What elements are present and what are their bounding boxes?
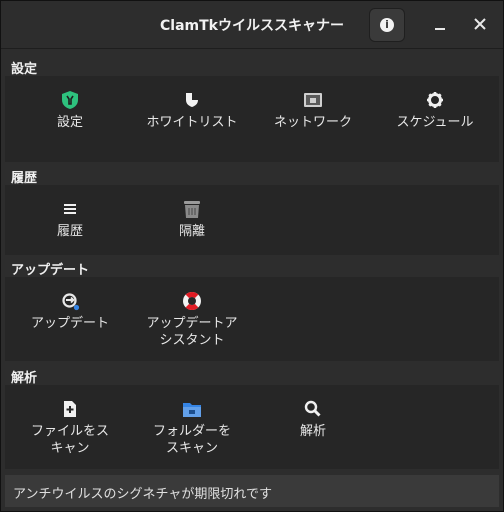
analysis-button[interactable]: 解析 [253,399,373,440]
update-panel: アップデート アップデートアシスタント [5,277,499,361]
minimize-icon[interactable] [431,15,449,33]
history-button[interactable]: 履歴 [10,199,130,240]
file-add-icon [64,401,76,417]
quarantine-button[interactable]: 隔離 [132,199,252,240]
about-button[interactable]: i [369,8,405,42]
settings-panel: 設定 ホワイトリスト ネットワーク スケジュール [5,76,499,162]
network-button[interactable]: ネットワーク [253,90,373,131]
info-icon: i [380,18,394,32]
update-label: アップデート [30,316,109,331]
title-bar: ClamTkウイルススキャナー i [1,1,503,49]
whitelist-shield-icon [186,93,198,107]
analysis-panel: ファイルをスキャン フォルダーをスキャン 解析 [5,385,499,469]
app-window: ClamTkウイルススキャナー i 設定 設定 ホワイトリスト ネットワーク ス… [0,0,504,512]
settings-button[interactable]: 設定 [10,90,130,131]
network-icon [304,93,322,107]
scan-folder-button[interactable]: フォルダーをスキャン [132,399,252,457]
status-bar: アンチウイルスのシグネチャが期限切れです [5,475,499,507]
history-panel: 履歴 隔離 [5,185,499,255]
schedule-button[interactable]: スケジュール [375,90,495,131]
window-title: ClamTkウイルススキャナー [160,18,344,34]
lifebuoy-icon [183,292,201,310]
section-header-history: 履歴 [11,171,38,186]
settings-label: 設定 [56,115,83,130]
section-header-settings: 設定 [11,62,38,77]
history-label: 履歴 [56,224,83,239]
search-icon [304,400,321,417]
analysis-label: 解析 [299,424,326,439]
settings-shield-icon [62,91,78,109]
quarantine-label: 隔離 [178,224,205,239]
scan-file-button[interactable]: ファイルをスキャン [10,399,130,457]
section-header-update: アップデート [11,263,90,278]
whitelist-button[interactable]: ホワイトリスト [132,90,252,131]
scan-folder-label: フォルダーをスキャン [152,424,231,456]
folder-icon [183,403,201,417]
close-icon[interactable] [471,15,489,33]
update-button[interactable]: アップデート [10,291,130,332]
status-text: アンチウイルスのシグネチャが期限切れです [13,487,272,502]
trash-icon [184,201,200,218]
list-icon [64,204,76,214]
schedule-label: スケジュール [396,115,474,130]
scan-file-label: ファイルをスキャン [30,424,109,456]
gear-icon [427,92,443,108]
whitelist-label: ホワイトリスト [146,115,238,130]
update-assistant-button[interactable]: アップデートアシスタント [132,291,252,349]
section-header-analysis: 解析 [11,371,38,386]
sync-icon [62,293,80,311]
network-label: ネットワーク [273,115,352,130]
update-assistant-label: アップデートアシスタント [146,316,238,348]
